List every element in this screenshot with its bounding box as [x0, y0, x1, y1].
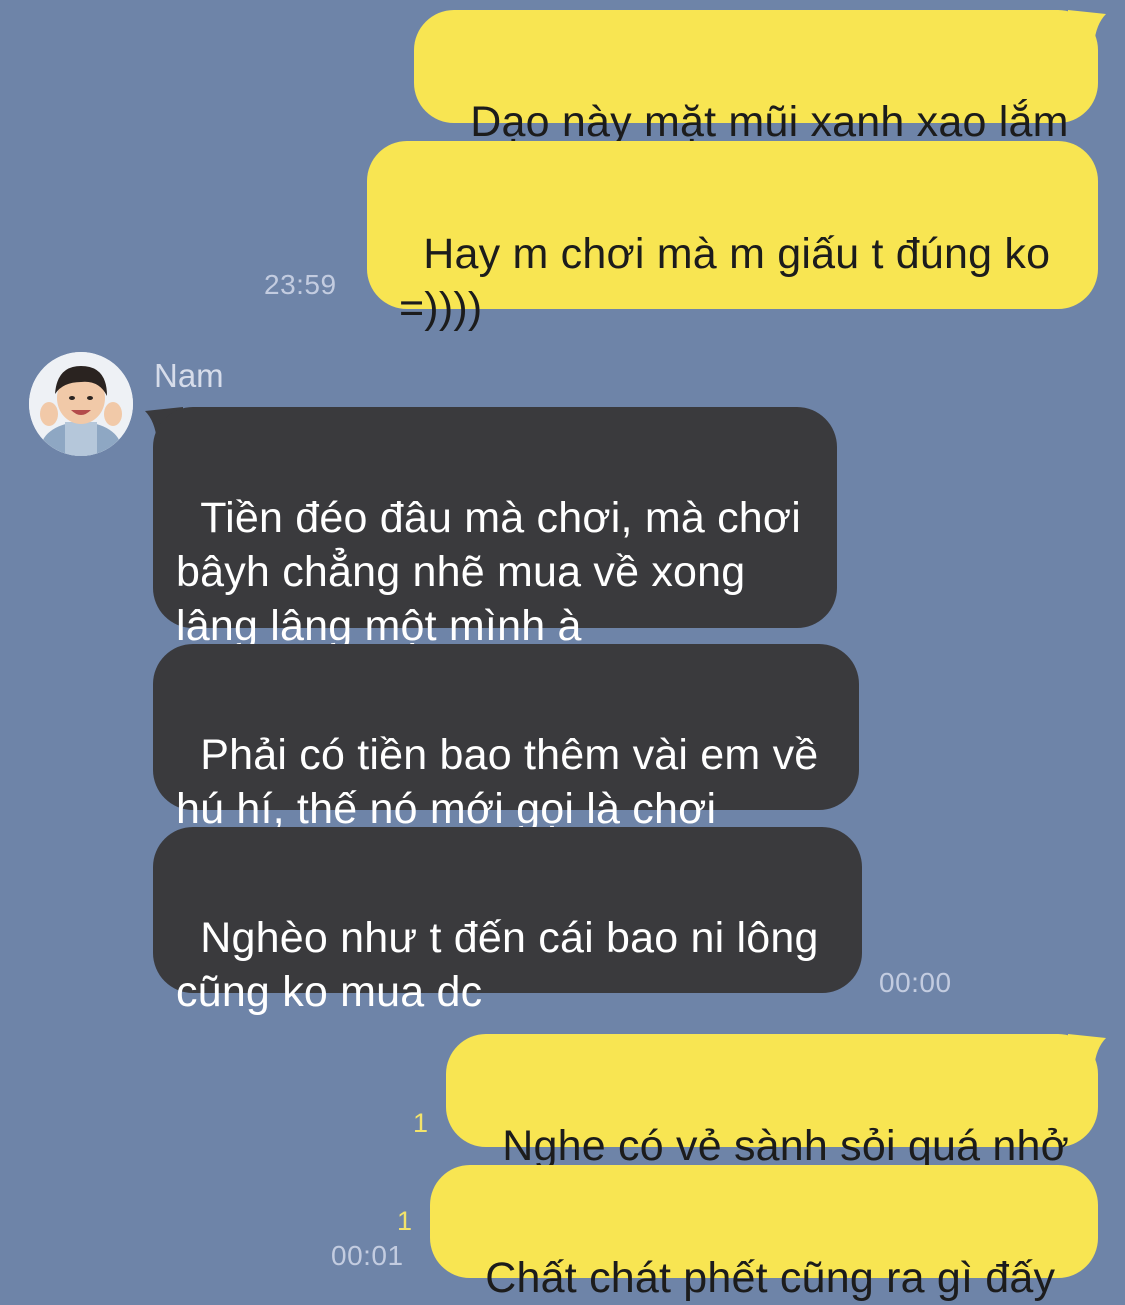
sent-message-bubble[interactable]: Chất chát phết cũng ra gì đấy — [430, 1165, 1098, 1302]
message-text: Tiền đéo đâu mà chơi, mà chơi bâyh chẳng… — [176, 494, 802, 650]
message-text: Chất chát phết cũng ra gì đấy — [485, 1254, 1056, 1302]
message-timestamp: 00:01 — [331, 1240, 404, 1271]
message-text: Dạo này mặt mũi xanh xao lắm — [470, 98, 1069, 146]
message-text: Nghe có vẻ sành sỏi quá nhở — [502, 1122, 1069, 1170]
contact-avatar[interactable] — [29, 352, 133, 456]
received-message-bubble[interactable]: Phải có tiền bao thêm vài em về hú hí, t… — [153, 644, 859, 833]
received-message-bubble[interactable]: Tiền đéo đâu mà chơi, mà chơi bâyh chẳng… — [153, 407, 837, 650]
bubble-tail-icon — [1068, 10, 1106, 44]
sent-message-bubble[interactable]: Nghe có vẻ sành sỏi quá nhở — [446, 1034, 1098, 1170]
bubble-tail-icon — [1068, 1034, 1106, 1068]
sent-message-bubble[interactable]: Hay m chơi mà m giấu t đúng ko =)))) — [367, 141, 1098, 332]
message-text: Hay m chơi mà m giấu t đúng ko =)))) — [399, 230, 1051, 332]
message-timestamp: 23:59 — [264, 269, 337, 300]
received-message-bubble[interactable]: Nghèo như t đến cái bao ni lông cũng ko … — [153, 827, 862, 1016]
sender-name: Nam — [154, 357, 224, 394]
message-text: Nghèo như t đến cái bao ni lông cũng ko … — [176, 914, 819, 1016]
sent-message-bubble[interactable]: Dạo này mặt mũi xanh xao lắm — [414, 10, 1098, 146]
read-receipt: 1 — [397, 1206, 413, 1236]
child-photo-avatar-icon — [29, 352, 133, 456]
message-text: Phải có tiền bao thêm vài em về hú hí, t… — [176, 731, 819, 833]
read-receipt: 1 — [413, 1108, 429, 1138]
message-timestamp: 00:00 — [879, 967, 952, 998]
